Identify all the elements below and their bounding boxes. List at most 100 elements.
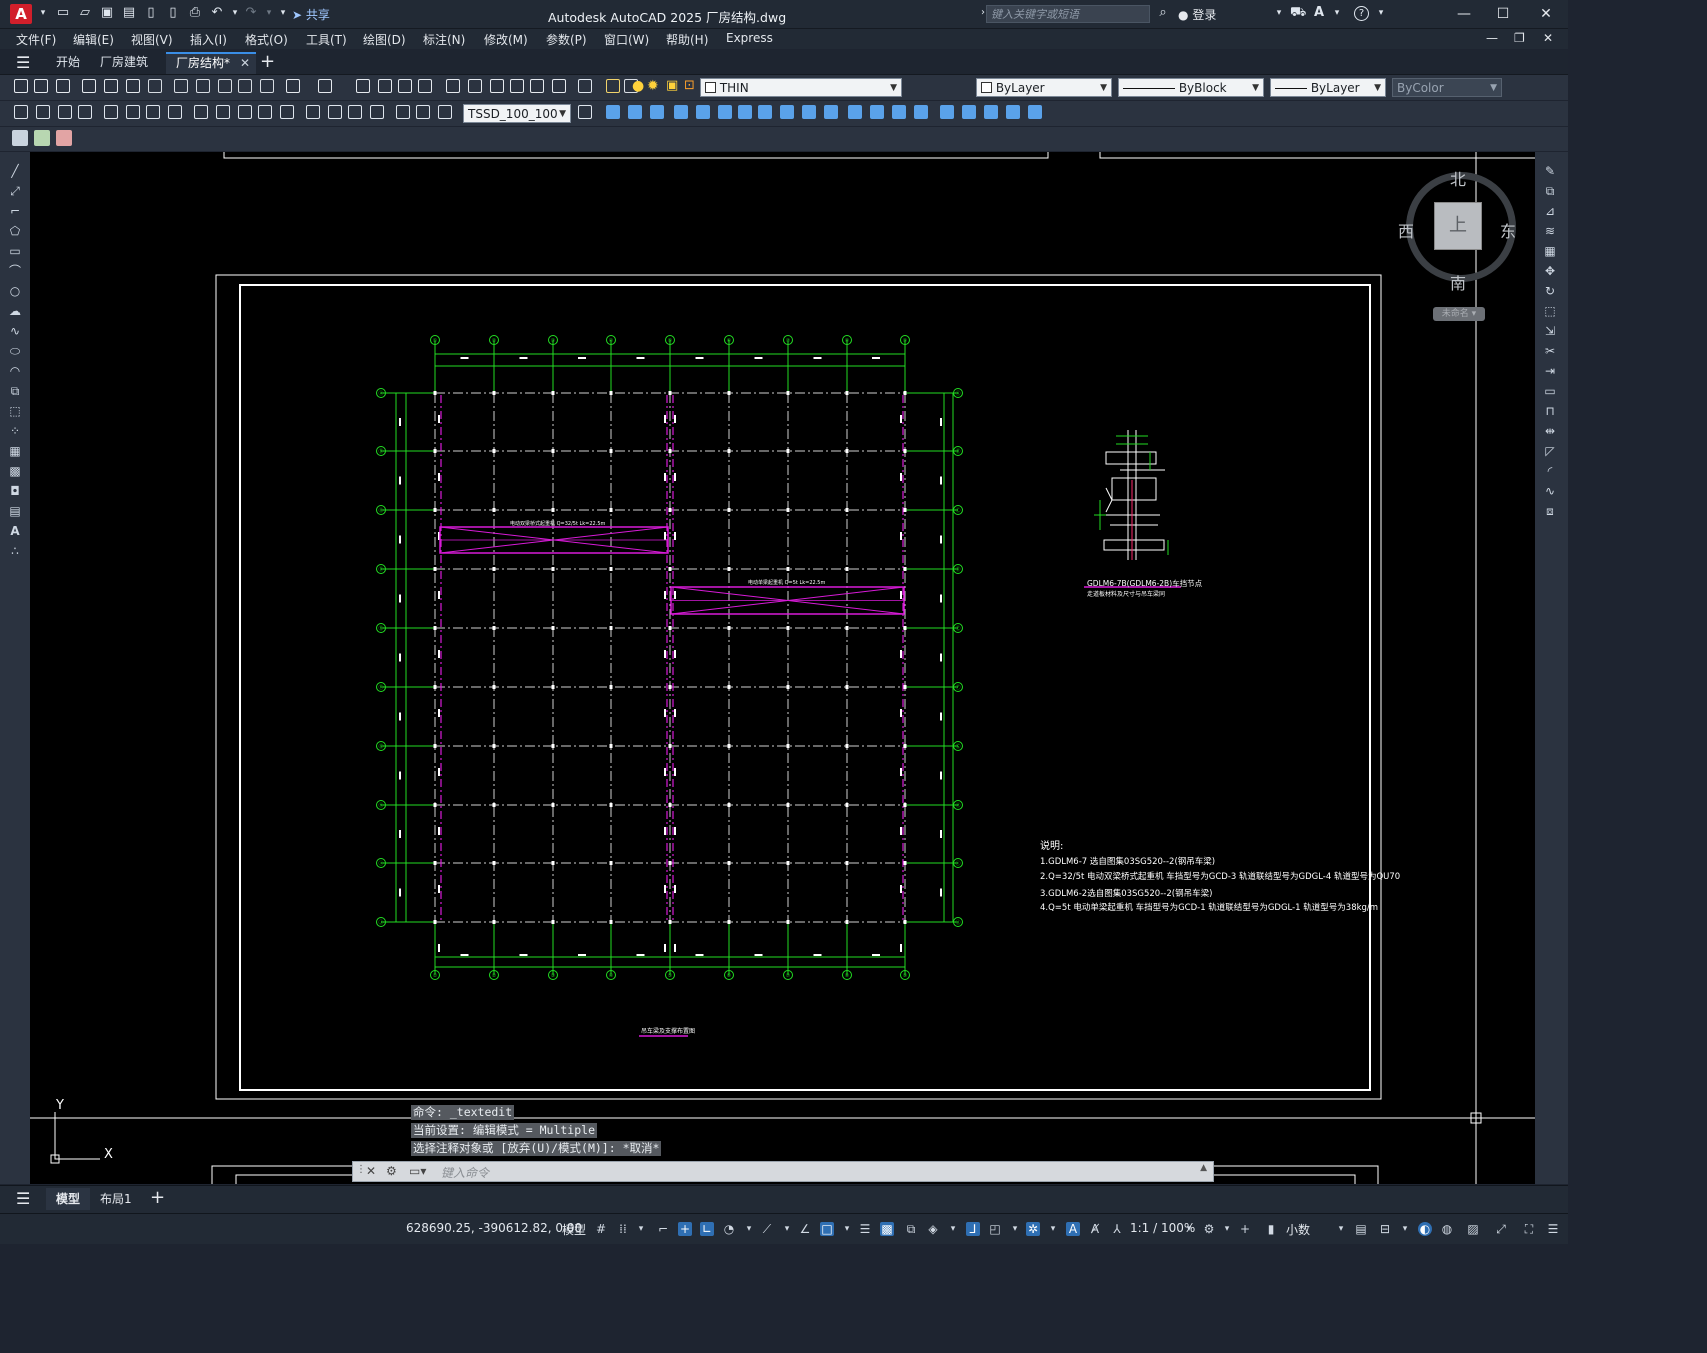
gizmo-icon[interactable]: ✲ (1026, 1222, 1040, 1236)
menu-file[interactable]: 文件(F) (16, 31, 56, 48)
3d-osnap-icon[interactable]: ◈ (926, 1222, 940, 1236)
lock-ui-icon[interactable]: ⊟ (1378, 1222, 1392, 1236)
center-mark-icon[interactable] (328, 105, 342, 119)
spline-icon[interactable]: ∿ (7, 324, 23, 338)
grid-icon[interactable]: # (594, 1222, 608, 1236)
isodraft-icon[interactable]: ⟋ (760, 1222, 774, 1236)
menu-express[interactable]: Express (726, 31, 773, 45)
rectangle-icon[interactable]: ▭ (7, 244, 23, 258)
ui-6-icon[interactable] (718, 105, 732, 119)
hatch-icon[interactable]: ▦ (7, 444, 23, 458)
customization-icon[interactable]: ⛶ (1522, 1222, 1536, 1236)
doc-minimize-icon[interactable]: — (1486, 31, 1498, 45)
point-icon[interactable]: ⁘ (7, 424, 23, 438)
status-menu-icon[interactable]: ☰ (1546, 1222, 1560, 1236)
viewcube-west[interactable]: 西 (1398, 218, 1414, 242)
close-icon[interactable]: ✕ (1536, 4, 1556, 24)
ui-2-icon[interactable] (628, 105, 642, 119)
lightbulb-icon[interactable]: ● (632, 78, 644, 94)
linetype-dropdown[interactable]: ByBlock ▼ (1118, 78, 1264, 97)
cut-icon[interactable] (196, 79, 210, 93)
plotstyle-dropdown[interactable]: ByColor ▼ (1392, 78, 1502, 97)
units-icon[interactable]: ▮ (1264, 1222, 1278, 1236)
ui-5-icon[interactable] (696, 105, 710, 119)
mtext-icon[interactable]: A (7, 524, 23, 538)
doc-restore-icon[interactable]: ❐ (1514, 31, 1525, 45)
search-icon[interactable]: ⌕ (1156, 6, 1170, 20)
layer-dropdown[interactable]: THIN ▼ (700, 78, 902, 97)
dim-break-icon[interactable] (280, 105, 294, 119)
ui-7-icon[interactable] (738, 105, 752, 119)
viewcube-south[interactable]: 南 (1450, 270, 1466, 294)
save-as-icon[interactable]: ▤ (122, 6, 136, 20)
customize-wrench-icon[interactable]: ⚙ (386, 1164, 397, 1178)
ui-16-icon[interactable] (940, 105, 954, 119)
polyline-icon[interactable]: ⌐ (7, 204, 23, 218)
annotation-scale-icon[interactable]: ⅄ (1110, 1222, 1124, 1236)
layer-manager-icon[interactable] (606, 79, 620, 93)
doc-close-icon[interactable]: ✕ (1543, 31, 1553, 45)
ui-8-icon[interactable] (758, 105, 772, 119)
plot-preview-icon[interactable] (104, 79, 118, 93)
menu-help[interactable]: 帮助(H) (666, 31, 708, 48)
menu-tools[interactable]: 工具(T) (306, 31, 347, 48)
save-web-icon[interactable]: ▯ (166, 6, 180, 20)
rotate-icon[interactable]: ↻ (1542, 284, 1558, 298)
dynamic-ucs-icon[interactable]: ⅃ (966, 1222, 980, 1236)
ui-3-icon[interactable] (650, 105, 664, 119)
ui-14-icon[interactable] (892, 105, 906, 119)
ui-18-icon[interactable] (984, 105, 998, 119)
ui-19-icon[interactable] (1006, 105, 1020, 119)
redo-icon[interactable]: ↷ (244, 6, 258, 20)
maximize-icon[interactable]: ☐ (1493, 4, 1513, 24)
help-icon[interactable] (578, 79, 592, 93)
zoom-realtime-icon[interactable] (378, 79, 392, 93)
move-icon[interactable]: ✥ (1542, 264, 1558, 278)
polar-tracking-icon[interactable]: ◔ (722, 1222, 736, 1236)
workspace-gear-icon[interactable]: ⚙ (1202, 1222, 1216, 1236)
polygon-icon[interactable]: ⬠ (7, 224, 23, 238)
break-icon[interactable]: ⊓ (1542, 404, 1558, 418)
open-file-icon[interactable]: ▱ (78, 6, 92, 20)
copy-icon[interactable]: ⧉ (1542, 184, 1558, 198)
drawing-canvas[interactable]: 电动双梁桥式起重机 Q=32/5t Lk=22.5m 电动单梁起重机 Q=5t L… (30, 152, 1535, 1184)
qnew-icon[interactable] (14, 79, 28, 93)
autodesk-a360-icon[interactable]: A (1312, 6, 1326, 20)
gradient-icon[interactable]: ▩ (7, 464, 23, 478)
wcs-menu[interactable]: 未命名 ▾ (1433, 307, 1485, 321)
app-menu-chevron-icon[interactable]: ▾ (36, 6, 50, 20)
color-dropdown[interactable]: ByLayer ▼ (976, 78, 1112, 97)
quickcalc-icon[interactable] (552, 79, 566, 93)
sign-in-dropdown-icon[interactable]: ▾ (1272, 6, 1286, 20)
dim-text-edit-icon[interactable] (416, 105, 430, 119)
undo-icon[interactable]: ↶ (210, 6, 224, 20)
menu-edit[interactable]: 编辑(E) (73, 31, 114, 48)
continue-icon[interactable] (238, 105, 252, 119)
units-dropdown-icon[interactable]: ▾ (1334, 1222, 1348, 1236)
cart-icon[interactable]: ⛟ (1290, 6, 1306, 20)
quick-properties-icon[interactable]: ▤ (1354, 1222, 1368, 1236)
model-space-toggle[interactable]: 模型 (562, 1221, 586, 1238)
attribute-icon[interactable] (34, 130, 50, 146)
close-command-icon[interactable]: ✕ (366, 1164, 376, 1178)
expand-history-icon[interactable]: ▲ (1200, 1163, 1207, 1173)
paste-block-icon[interactable] (260, 79, 274, 93)
blend-icon[interactable]: ∿ (1542, 484, 1558, 498)
quick-dim-icon[interactable] (194, 105, 208, 119)
polar-dropdown-icon[interactable]: ▾ (742, 1222, 756, 1236)
tab-close-icon[interactable]: ✕ (240, 54, 250, 72)
match-properties-icon[interactable] (174, 79, 188, 93)
ortho-icon[interactable]: ∟ (700, 1222, 714, 1236)
jogged-linear-icon[interactable] (370, 105, 384, 119)
dim-edit-icon[interactable] (396, 105, 410, 119)
customize-qat-icon[interactable]: ▾ (276, 6, 290, 20)
redo-icon[interactable] (318, 79, 332, 93)
dimstyle-dropdown[interactable]: TSSD_100_100 ▼ (463, 104, 571, 123)
arc-length-icon[interactable] (58, 105, 72, 119)
ui-11-icon[interactable] (824, 105, 838, 119)
menu-parametric[interactable]: 参数(P) (546, 31, 587, 48)
tab-layout1[interactable]: 布局1 (92, 1188, 140, 1210)
autocad-logo[interactable]: A (10, 4, 32, 24)
sheet-set-icon[interactable] (510, 79, 524, 93)
fillet-icon[interactable]: ◜ (1542, 464, 1558, 478)
